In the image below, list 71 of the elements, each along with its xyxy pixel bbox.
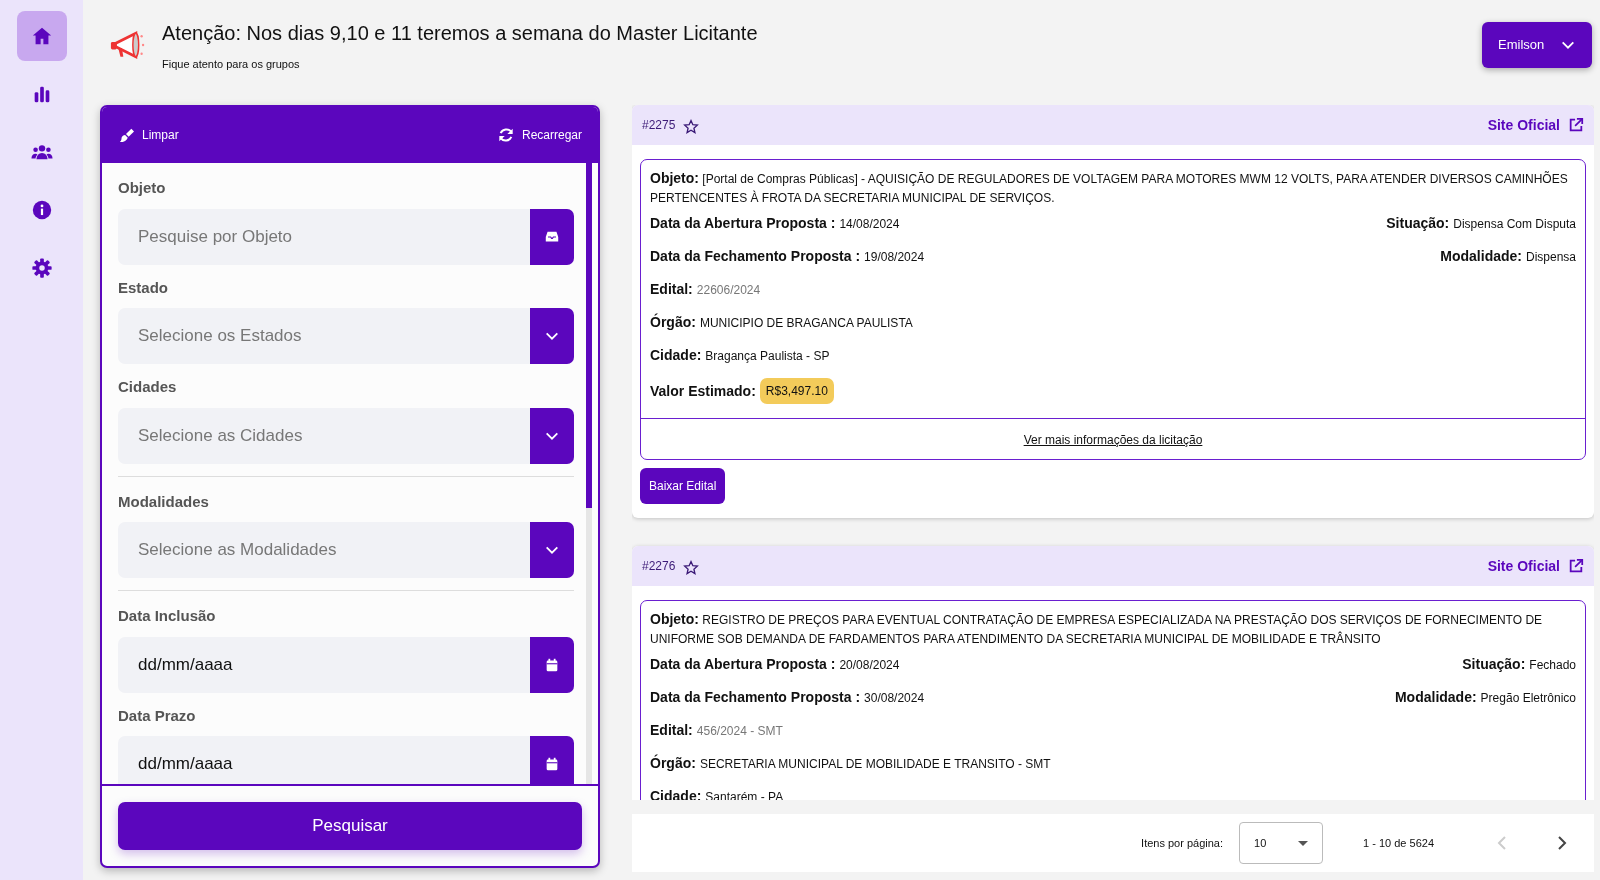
field-value: 20/08/2024	[839, 656, 900, 674]
bid-number: #2276	[642, 558, 676, 575]
field-label: Cidade:	[650, 346, 702, 365]
field-value: Pregão Eletrônico	[1480, 689, 1576, 707]
field-label: Modalidade:	[1394, 688, 1477, 707]
field-label: Modalidade:	[1440, 247, 1522, 266]
field-label: Valor Estimado:	[650, 381, 756, 401]
announcement-subtitle: Fique atento para os grupos	[162, 56, 301, 72]
clear-button[interactable]: Limpar	[118, 126, 179, 144]
search-button[interactable]	[530, 208, 574, 265]
sidebar-item[interactable]	[16, 11, 67, 61]
items-per-page-label: Itens por página:	[1141, 835, 1224, 851]
star-icon[interactable]	[683, 119, 700, 135]
field-label: Data da Fechamento Proposta :	[650, 247, 861, 266]
field-label: Objeto	[118, 178, 167, 198]
date-picker-button[interactable]	[530, 636, 574, 693]
refresh-icon	[497, 127, 514, 143]
field-label: Data da Fechamento Proposta :	[650, 688, 861, 707]
brush-icon	[118, 127, 134, 143]
site-link[interactable]: Site Oficial	[1487, 114, 1584, 136]
field-value: Santarém - PA	[705, 788, 784, 800]
bid-number: #2275	[642, 117, 676, 134]
object-text: Objeto: REGISTRO DE PREÇOS PARA EVENTUAL CONTRATAÇÃO DE EMPRESA ESPECIALIZADA NA PRESTAÇÃO DOS SERVIÇOS DE FORNECIMENTO DE UNIFORME SOB DEMANDA DE FARDAMENTOS PARA ATENDIMENTO DA SECRETARIA MUNICIPAL DE MOBILIDADE E TRÂNSITO	[649, 610, 1544, 648]
field-label: Órgão:	[650, 312, 696, 332]
field-label: Órgão:	[650, 753, 696, 773]
info-icon	[30, 199, 53, 221]
dropdown-toggle[interactable]	[530, 522, 574, 578]
external-link-icon	[1568, 558, 1584, 574]
date-picker-button[interactable]	[530, 736, 574, 784]
field-label: Cidades	[118, 377, 178, 397]
calendar-icon	[544, 656, 560, 673]
caret-down-icon	[1298, 840, 1309, 846]
field-value: Bragança Paulista - SP	[705, 347, 830, 365]
object-text: Objeto: [Portal de Compras Públicas] - AQUISIÇÃO DE REGULADORES DE VOLTAGEM PARA MOTORES MWM 12 VOLTS, PARA ATENDER DIVERSOS CAMINHÕES PERTENCENTES À FROTA DA SECRETARIA MUNICIPAL DE SERVIÇOS.	[649, 169, 1569, 207]
field-value: Dispensa	[1525, 248, 1576, 266]
field-value: Dispensa Com Disputa	[1453, 215, 1576, 233]
calendar-icon	[544, 756, 560, 772]
field-label: Modalidades	[118, 491, 210, 512]
field-label: Data Inclusão	[118, 606, 217, 626]
field-value: 22606/2024	[696, 281, 761, 299]
field-label: Data Prazo	[118, 705, 197, 726]
field-value: 19/08/2024	[864, 248, 925, 266]
field-value: 14/08/2024	[839, 215, 900, 233]
field-label: Data da Abertura Proposta :	[650, 214, 836, 233]
field-value: MUNICIPIO DE BRAGANCA PAULISTA	[699, 314, 913, 332]
reload-button[interactable]: Recarregar	[497, 126, 582, 144]
page-size-select[interactable]: 10	[1239, 822, 1324, 864]
field-value: Fechado	[1529, 656, 1576, 674]
external-link-icon	[1568, 117, 1584, 133]
field-label: Situação:	[1462, 655, 1526, 674]
download-button[interactable]: Baixar Edital	[640, 468, 726, 504]
user-menu-button[interactable]: Emilson	[1482, 22, 1592, 68]
field-value: SECRETARIA MUNICIPAL DE MOBILIDADE E TRANSITO - SMT	[699, 755, 1051, 773]
field-label: Estado	[118, 277, 169, 298]
dropdown-toggle[interactable]	[530, 308, 574, 364]
field-label: Situação:	[1386, 214, 1450, 233]
dropdown-toggle[interactable]	[530, 407, 574, 464]
field-value: 30/08/2024	[864, 689, 925, 707]
settings-icon	[30, 257, 53, 279]
announcement-title: Atenção: Nos dias 9,10 e 11 teremos a semana do Master Licitante	[162, 20, 758, 46]
value-badge: R$3,497.10	[759, 378, 834, 404]
star-icon[interactable]	[683, 560, 700, 576]
field-label: Edital:	[650, 721, 693, 740]
search-button[interactable]: Pesquisar	[118, 802, 582, 850]
field-value: 456/2024 - SMT	[696, 722, 783, 740]
field-label: Edital:	[650, 280, 693, 299]
details-link[interactable]: Ver mais informações da licitação	[1023, 433, 1203, 447]
site-link[interactable]: Site Oficial	[1487, 555, 1584, 577]
field-label: Data da Abertura Proposta :	[650, 655, 836, 674]
home-icon	[30, 25, 53, 47]
page-range: 1 - 10 de 5624	[1363, 835, 1434, 851]
